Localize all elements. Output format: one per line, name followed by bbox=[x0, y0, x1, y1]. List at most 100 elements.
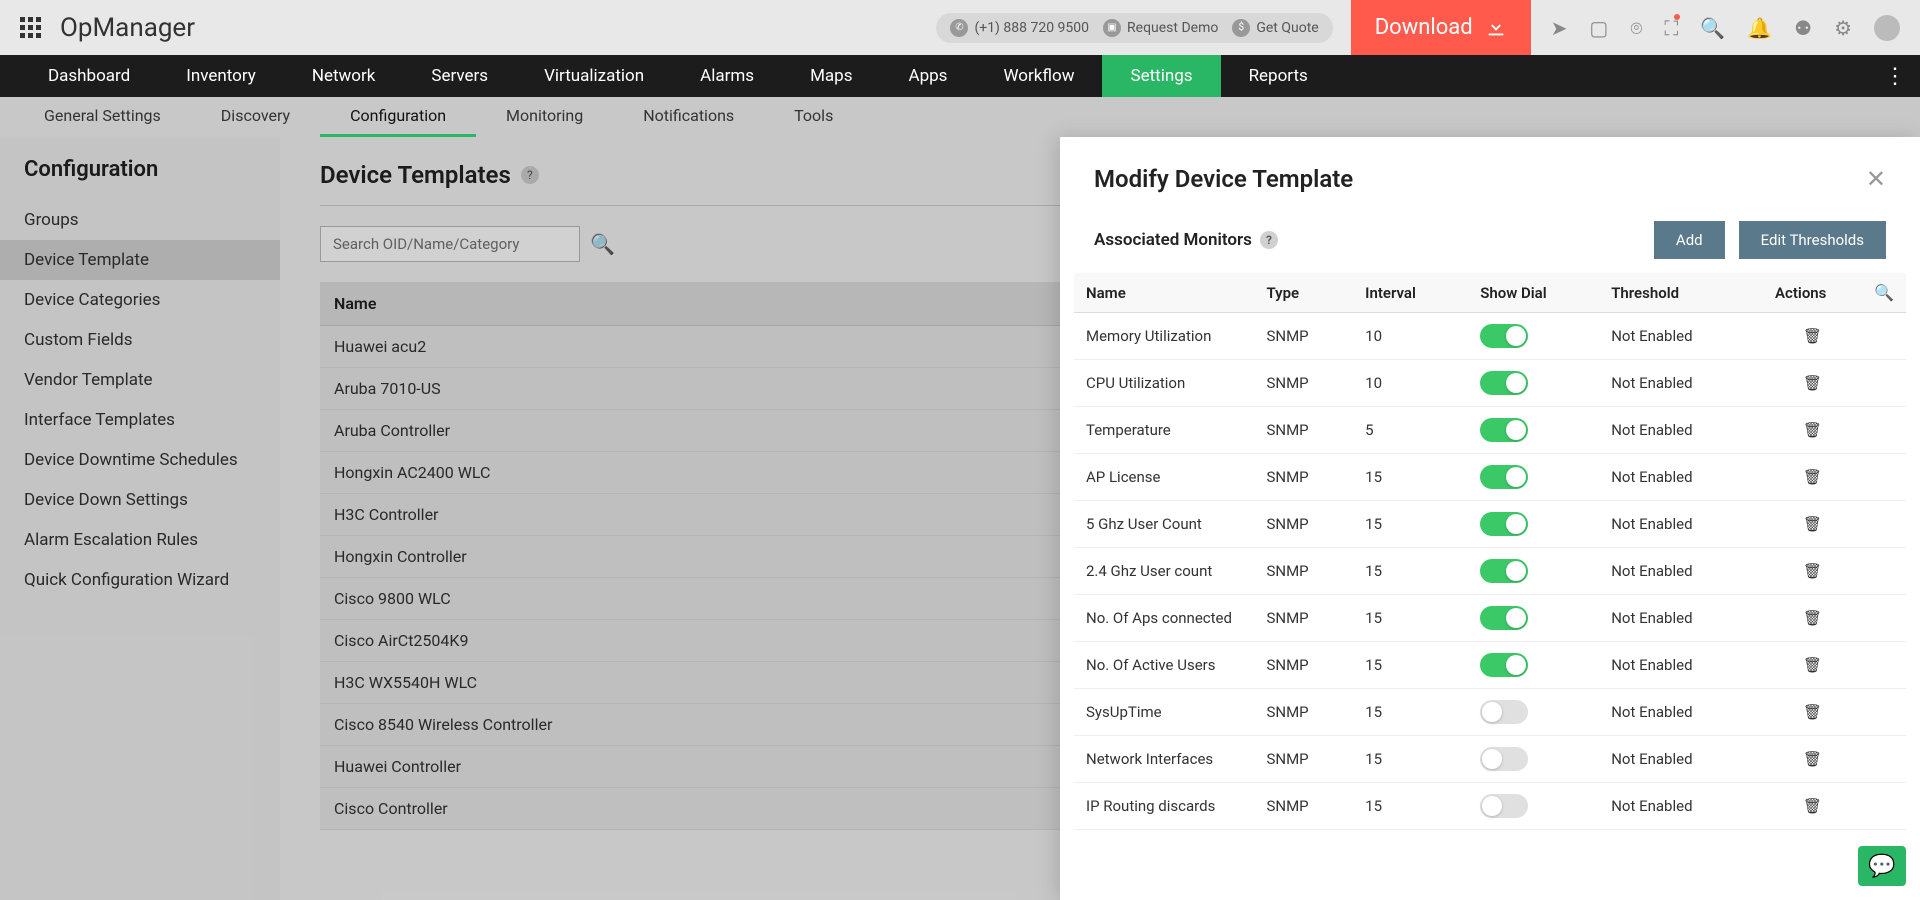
nav-dashboard[interactable]: Dashboard bbox=[20, 55, 158, 97]
monitor-row: CPU UtilizationSNMP10Not Enabled🗑 bbox=[1074, 360, 1906, 407]
show-dial-toggle[interactable] bbox=[1480, 418, 1528, 442]
delete-icon[interactable]: 🗑 bbox=[1763, 783, 1862, 830]
sub-nav: General SettingsDiscoveryConfigurationMo… bbox=[0, 97, 1920, 137]
delete-icon[interactable]: 🗑 bbox=[1763, 360, 1862, 407]
subnav-monitoring[interactable]: Monitoring bbox=[476, 97, 613, 137]
monitor-type: SNMP bbox=[1254, 595, 1353, 642]
get-quote-link[interactable]: $Get Quote bbox=[1232, 19, 1318, 37]
monitor-type: SNMP bbox=[1254, 454, 1353, 501]
bell-icon[interactable]: 🔔 bbox=[1747, 16, 1772, 40]
monitor-type: SNMP bbox=[1254, 501, 1353, 548]
show-dial-toggle[interactable] bbox=[1480, 371, 1528, 395]
delete-icon[interactable]: 🗑 bbox=[1763, 595, 1862, 642]
avatar-icon[interactable] bbox=[1874, 15, 1900, 41]
monitor-dial-cell bbox=[1468, 360, 1599, 407]
mon-col-actions[interactable]: Actions bbox=[1763, 273, 1862, 313]
panel-title: Modify Device Template bbox=[1094, 165, 1866, 193]
download-button[interactable]: Download bbox=[1351, 0, 1531, 55]
mon-col-threshold[interactable]: Threshold bbox=[1599, 273, 1763, 313]
nav-alarms[interactable]: Alarms bbox=[672, 55, 782, 97]
show-dial-toggle[interactable] bbox=[1480, 653, 1528, 677]
phone-link[interactable]: ✆(+1) 888 720 9500 bbox=[950, 19, 1089, 37]
monitor-name: No. Of Active Users bbox=[1074, 642, 1254, 689]
chat-fab[interactable]: 💬 bbox=[1858, 846, 1906, 886]
monitor-interval: 15 bbox=[1353, 783, 1468, 830]
search-icon[interactable]: 🔍 bbox=[1874, 283, 1894, 302]
presentation-icon[interactable]: ▢ bbox=[1589, 16, 1608, 40]
plug-icon[interactable]: ⚉ bbox=[1794, 16, 1812, 40]
request-demo-link[interactable]: ▣Request Demo bbox=[1103, 19, 1218, 37]
mon-col-dial[interactable]: Show Dial bbox=[1468, 273, 1599, 313]
nav-inventory[interactable]: Inventory bbox=[158, 55, 284, 97]
monitor-row: 5 Ghz User CountSNMP15Not Enabled🗑 bbox=[1074, 501, 1906, 548]
subnav-discovery[interactable]: Discovery bbox=[191, 97, 320, 137]
delete-icon[interactable]: 🗑 bbox=[1763, 407, 1862, 454]
close-icon[interactable]: ✕ bbox=[1866, 165, 1886, 193]
delete-icon[interactable]: 🗑 bbox=[1763, 313, 1862, 360]
nav-servers[interactable]: Servers bbox=[403, 55, 516, 97]
monitor-interval: 10 bbox=[1353, 360, 1468, 407]
monitor-dial-cell bbox=[1468, 595, 1599, 642]
gift-icon[interactable]: ⛶ bbox=[1664, 16, 1678, 40]
nav-maps[interactable]: Maps bbox=[782, 55, 880, 97]
monitor-type: SNMP bbox=[1254, 783, 1353, 830]
delete-icon[interactable]: 🗑 bbox=[1763, 454, 1862, 501]
monitor-dial-cell bbox=[1468, 501, 1599, 548]
gear-icon[interactable]: ⚙ bbox=[1834, 16, 1852, 40]
nav-settings[interactable]: Settings bbox=[1102, 55, 1220, 97]
show-dial-toggle[interactable] bbox=[1480, 559, 1528, 583]
monitor-type: SNMP bbox=[1254, 689, 1353, 736]
monitor-dial-cell bbox=[1468, 454, 1599, 501]
monitors-scroll[interactable]: Name Type Interval Show Dial Threshold A… bbox=[1060, 273, 1920, 900]
subnav-notifications[interactable]: Notifications bbox=[613, 97, 764, 137]
nav-apps[interactable]: Apps bbox=[880, 55, 975, 97]
nav-reports[interactable]: Reports bbox=[1221, 55, 1336, 97]
mon-col-search[interactable]: 🔍 bbox=[1862, 273, 1906, 313]
monitor-dial-cell bbox=[1468, 783, 1599, 830]
help-icon[interactable]: ? bbox=[1260, 231, 1278, 249]
spacer-cell bbox=[1862, 454, 1906, 501]
nav-virtualization[interactable]: Virtualization bbox=[516, 55, 672, 97]
nav-more-icon[interactable]: ⋮ bbox=[1884, 64, 1906, 89]
headset-icon[interactable]: ⌾ bbox=[1630, 16, 1642, 40]
delete-icon[interactable]: 🗑 bbox=[1763, 501, 1862, 548]
show-dial-toggle[interactable] bbox=[1480, 794, 1528, 818]
nav-workflow[interactable]: Workflow bbox=[975, 55, 1102, 97]
show-dial-toggle[interactable] bbox=[1480, 465, 1528, 489]
delete-icon[interactable]: 🗑 bbox=[1763, 736, 1862, 783]
monitor-interval: 15 bbox=[1353, 548, 1468, 595]
rocket-icon[interactable]: ➤ bbox=[1551, 16, 1568, 40]
delete-icon[interactable]: 🗑 bbox=[1763, 548, 1862, 595]
search-icon[interactable]: 🔍 bbox=[1700, 16, 1725, 40]
add-button[interactable]: Add bbox=[1654, 221, 1725, 259]
mon-col-type[interactable]: Type bbox=[1254, 273, 1353, 313]
show-dial-toggle[interactable] bbox=[1480, 700, 1528, 724]
mon-col-name[interactable]: Name bbox=[1074, 273, 1254, 313]
quote-icon: $ bbox=[1232, 19, 1250, 37]
monitor-row: TemperatureSNMP5Not Enabled🗑 bbox=[1074, 407, 1906, 454]
apps-grid-icon[interactable] bbox=[20, 17, 42, 39]
show-dial-toggle[interactable] bbox=[1480, 324, 1528, 348]
show-dial-toggle[interactable] bbox=[1480, 747, 1528, 771]
show-dial-toggle[interactable] bbox=[1480, 512, 1528, 536]
phone-text: (+1) 888 720 9500 bbox=[974, 20, 1089, 36]
monitor-dial-cell bbox=[1468, 736, 1599, 783]
monitor-interval: 15 bbox=[1353, 642, 1468, 689]
monitor-threshold: Not Enabled bbox=[1599, 313, 1763, 360]
monitor-dial-cell bbox=[1468, 548, 1599, 595]
monitor-threshold: Not Enabled bbox=[1599, 501, 1763, 548]
main-nav: DashboardInventoryNetworkServersVirtuali… bbox=[0, 55, 1920, 97]
delete-icon[interactable]: 🗑 bbox=[1763, 642, 1862, 689]
monitor-name: 5 Ghz User Count bbox=[1074, 501, 1254, 548]
subnav-configuration[interactable]: Configuration bbox=[320, 97, 476, 137]
mon-col-interval[interactable]: Interval bbox=[1353, 273, 1468, 313]
nav-network[interactable]: Network bbox=[284, 55, 404, 97]
subnav-general-settings[interactable]: General Settings bbox=[14, 97, 191, 137]
delete-icon[interactable]: 🗑 bbox=[1763, 689, 1862, 736]
contact-pill: ✆(+1) 888 720 9500 ▣Request Demo $Get Qu… bbox=[936, 13, 1332, 43]
show-dial-toggle[interactable] bbox=[1480, 606, 1528, 630]
edit-thresholds-button[interactable]: Edit Thresholds bbox=[1739, 221, 1886, 259]
subnav-tools[interactable]: Tools bbox=[764, 97, 863, 137]
monitor-name: CPU Utilization bbox=[1074, 360, 1254, 407]
monitor-row: Memory UtilizationSNMP10Not Enabled🗑 bbox=[1074, 313, 1906, 360]
